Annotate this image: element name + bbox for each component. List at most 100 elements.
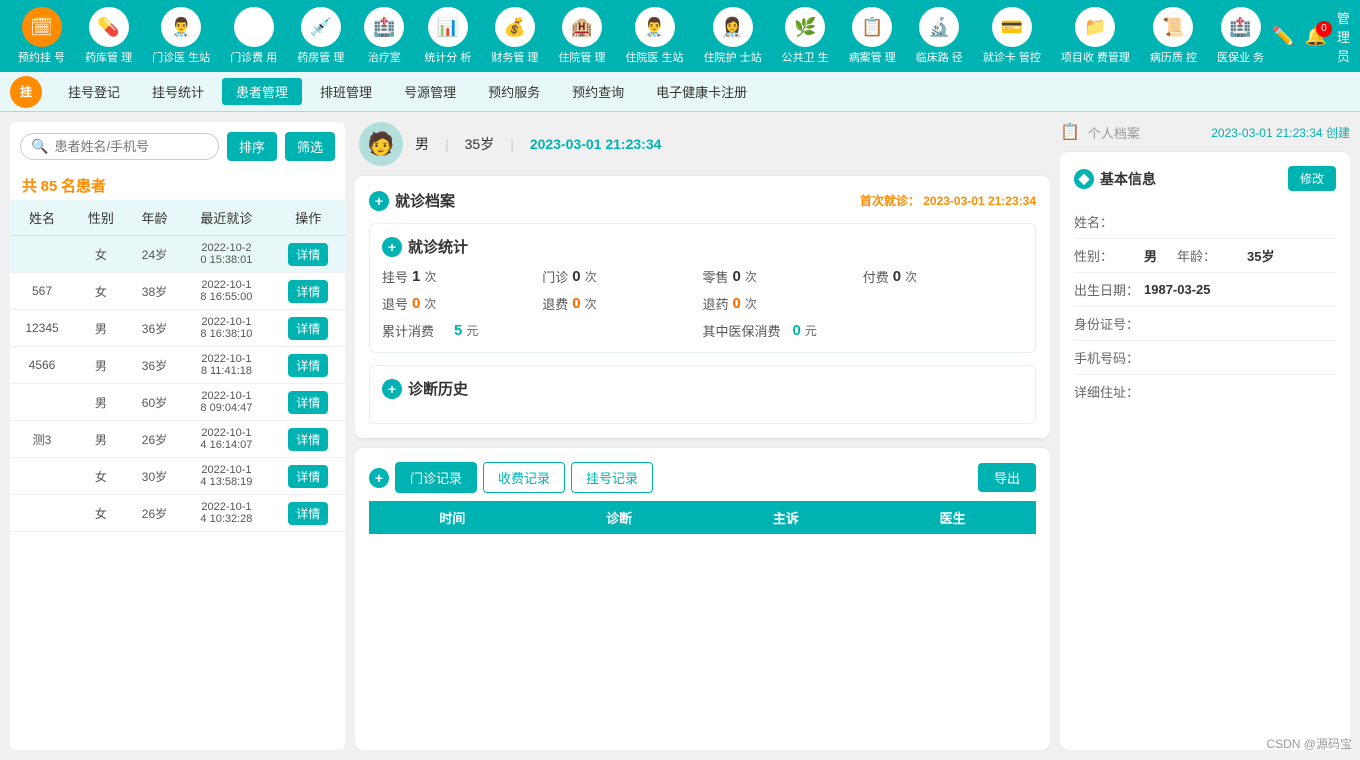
nav-icon-15: 📁 [1075,7,1115,47]
patient-row-1[interactable]: 567女38岁2022-10-1 8 16:55:00详情 [10,273,345,310]
second-nav-btn-register[interactable]: 挂号登记 [54,78,134,105]
detail-button-6[interactable]: 详情 [288,465,328,488]
nav-icon-13: 🔬 [919,7,959,47]
filter-button[interactable]: 筛选 [285,132,335,161]
nav-icon-5: 🏥 [364,7,404,47]
patient-action-5[interactable]: 详情 [272,421,345,458]
detail-button-4[interactable]: 详情 [288,391,328,414]
stats-title-text: 就诊统计 [408,236,468,257]
nav-item-16[interactable]: 📜病历质 控 [1142,1,1205,71]
patient-gender-6: 女 [74,458,128,495]
second-nav: 挂 挂号登记挂号统计患者管理排班管理号源管理预约服务预约查询电子健康卡注册 [0,72,1360,112]
patient-gender-7: 女 [74,495,128,532]
tab-fee[interactable]: 收费记录 [483,462,565,493]
stat-fufei: 付费 0 次 [863,267,1023,286]
patient-action-1[interactable]: 详情 [272,273,345,310]
nav-item-15[interactable]: 📁项目收 费管理 [1053,1,1138,71]
nav-icon-3: ¥ [234,7,274,47]
logo: 挂 [10,76,42,108]
nav-icon-4: 💉 [301,7,341,47]
patient-row-6[interactable]: 女30岁2022-10-1 4 13:58:19详情 [10,458,345,495]
nav-item-8[interactable]: 🏨住院管 理 [550,1,613,71]
record-col-time: 时间 [369,501,536,534]
info-row-idcard: 身份证号： [1074,307,1336,341]
second-nav-btn-health-card[interactable]: 电子健康卡注册 [642,78,761,105]
patient-birthdate-value: 1987-03-25 [1144,282,1211,297]
patient-row-3[interactable]: 4566男36岁2022-10-1 8 11:41:18详情 [10,347,345,384]
nav-item-3[interactable]: ¥门诊费 用 [222,1,285,71]
second-nav-btn-stats[interactable]: 挂号统计 [138,78,218,105]
search-input[interactable] [54,139,208,154]
detail-button-3[interactable]: 详情 [288,354,328,377]
nav-item-9[interactable]: 👨‍⚕️住院医 生站 [618,1,692,71]
second-nav-btn-patients[interactable]: 患者管理 [222,78,302,105]
detail-button-2[interactable]: 详情 [288,317,328,340]
patient-action-0[interactable]: 详情 [272,236,345,273]
nav-item-17[interactable]: 🏥医保业 务 [1209,1,1272,71]
patient-action-3[interactable]: 详情 [272,347,345,384]
col-recent: 最近就诊 [181,200,271,236]
nav-item-4[interactable]: 💉药房管 理 [289,1,352,71]
patient-action-4[interactable]: 详情 [272,384,345,421]
patient-row-7[interactable]: 女26岁2022-10-1 4 10:32:28详情 [10,495,345,532]
nav-item-7[interactable]: 💰财务管 理 [483,1,546,71]
plus-icon-basic: ◆ [1074,169,1094,189]
nav-item-1[interactable]: 💊药库管 理 [77,1,140,71]
nav-item-13[interactable]: 🔬临床路 径 [908,1,971,71]
record-table: 时间 诊断 主诉 医生 [369,501,1036,534]
nav-item-10[interactable]: 👩‍⚕️住院护 士站 [696,1,770,71]
sort-button[interactable]: 排序 [227,132,277,161]
patient-action-6[interactable]: 详情 [272,458,345,495]
count-prefix: 共 [22,178,37,195]
plus-icon-stats: + [382,237,402,257]
second-nav-btn-source[interactable]: 号源管理 [390,78,470,105]
edit-button[interactable]: 修改 [1288,166,1336,191]
nav-item-2[interactable]: 👨‍⚕️门诊医 生站 [144,1,218,71]
edit-icon[interactable]: ✏️ [1272,26,1294,47]
tab-register[interactable]: 挂号记录 [571,462,653,493]
bell-wrapper[interactable]: 🔔 0 [1304,26,1326,47]
patient-row-4[interactable]: 男60岁2022-10-1 8 09:04:47详情 [10,384,345,421]
detail-button-0[interactable]: 详情 [288,243,328,266]
patient-age-3: 36岁 [128,347,182,384]
patient-row-0[interactable]: 女24岁2022-10-2 0 15:38:01详情 [10,236,345,273]
patient-age-1: 38岁 [128,273,182,310]
stat-tuiyao: 退药 0 次 [703,294,863,313]
visit-record-title: + 就诊档案 首次就诊： 2023-03-01 21:23:34 [369,190,1036,211]
detail-button-5[interactable]: 详情 [288,428,328,451]
patient-row-5[interactable]: 测3男26岁2022-10-1 4 16:14:07详情 [10,421,345,458]
nav-icon-2: 👨‍⚕️ [161,7,201,47]
nav-item-12[interactable]: 📋病案管 理 [841,1,904,71]
patient-name-4 [10,384,74,421]
patient-last-visit-4: 2022-10-1 8 09:04:47 [181,384,271,421]
tab-outpatient[interactable]: 门诊记录 [395,462,477,493]
patient-action-7[interactable]: 详情 [272,495,345,532]
nav-item-0[interactable]: 🗓预约挂 号 [10,1,73,71]
nav-label-6: 统计分 析 [424,49,471,65]
second-nav-btn-appointment[interactable]: 预约服务 [474,78,554,105]
patient-last-visit-0: 2022-10-2 0 15:38:01 [181,236,271,273]
col-age: 年龄 [128,200,182,236]
detail-button-7[interactable]: 详情 [288,502,328,525]
patient-last-visit-2: 2022-10-1 8 16:38:10 [181,310,271,347]
nav-item-14[interactable]: 💳就诊卡 管控 [975,1,1049,71]
patient-action-2[interactable]: 详情 [272,310,345,347]
info-row-address: 详细住址： [1074,375,1336,408]
nav-icon-16: 📜 [1153,7,1193,47]
patient-row-2[interactable]: 12345男36岁2022-10-1 8 16:38:10详情 [10,310,345,347]
second-nav-btn-appt-query[interactable]: 预约查询 [558,78,638,105]
patient-name-3: 4566 [10,347,74,384]
detail-button-1[interactable]: 详情 [288,280,328,303]
nav-item-6[interactable]: 📊统计分 析 [416,1,479,71]
nav-icon-0: 🗓 [22,7,62,47]
second-nav-btn-schedule[interactable]: 排班管理 [306,78,386,105]
top-right: ✏️ 🔔 0 管理员 [1272,8,1350,65]
nav-item-5[interactable]: 🏥治疗室 [356,1,412,71]
patient-age-7: 26岁 [128,495,182,532]
patient-table: 姓名 性别 年龄 最近就诊 操作 女24岁2022-10-2 0 15:38:0… [10,200,345,750]
first-visit: 首次就诊： 2023-03-01 21:23:34 [860,192,1036,209]
nav-item-11[interactable]: 🌿公共卫 生 [774,1,837,71]
search-input-wrap[interactable]: 🔍 [20,133,219,160]
export-button[interactable]: 导出 [978,463,1036,492]
main-area: 🔍 排序 筛选 共 85 名患者 姓名 性别 年龄 最近就诊 操作 [0,112,1360,760]
